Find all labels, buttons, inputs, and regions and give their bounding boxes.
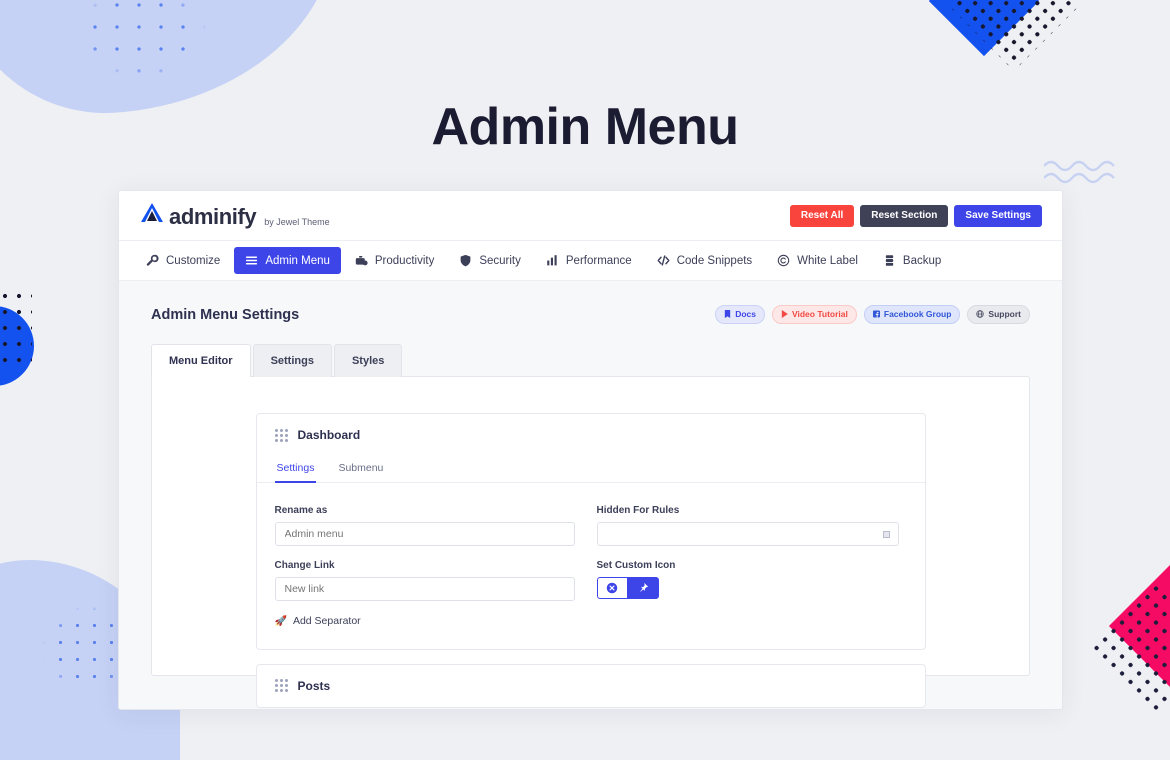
support-link[interactable]: Support bbox=[967, 305, 1030, 325]
page-title: Admin Menu bbox=[431, 98, 739, 156]
help-chip-label: Facebook Group bbox=[883, 309, 952, 319]
copyright-icon bbox=[777, 254, 790, 267]
nav-item-code-snippets[interactable]: Code Snippets bbox=[646, 247, 763, 274]
reset-all-button[interactable]: Reset All bbox=[789, 204, 855, 227]
nav-label: Performance bbox=[565, 254, 632, 267]
set-custom-icon-label: Set Custom Icon bbox=[596, 560, 676, 572]
fields-right-column: Hidden For Rules Set Custom Icon bbox=[596, 505, 907, 629]
decor-waves-right bbox=[1043, 158, 1122, 186]
book-icon bbox=[724, 309, 731, 320]
help-chip-label: Docs bbox=[735, 309, 756, 319]
header-actions: Reset All Reset Section Save Settings bbox=[789, 204, 1042, 227]
menu-card-fields: Rename as Change Link 🚀 Add Separator Hi… bbox=[257, 483, 925, 649]
help-chip-label: Support bbox=[988, 309, 1021, 319]
pin-icon bbox=[637, 582, 649, 594]
hidden-for-rules-select[interactable] bbox=[596, 522, 899, 547]
drag-handle-icon[interactable] bbox=[274, 679, 288, 693]
menu-card-header: Dashboard bbox=[257, 414, 925, 456]
tab-menu-editor[interactable]: Menu Editor bbox=[151, 344, 251, 378]
globe-icon bbox=[976, 309, 985, 320]
nav-item-backup[interactable]: Backup bbox=[872, 247, 952, 274]
tab-strip: Menu Editor Settings Styles bbox=[151, 344, 1030, 378]
decor-dots-bottom-right bbox=[1088, 580, 1170, 716]
menu-item-card-dashboard: Dashboard Settings Submenu Rename as Cha… bbox=[255, 413, 926, 650]
menu-item-card-posts[interactable]: Posts bbox=[255, 663, 926, 708]
chevron-down-icon bbox=[882, 530, 890, 538]
decor-circle-left bbox=[0, 306, 34, 386]
facebook-icon bbox=[872, 310, 880, 320]
customize-icon bbox=[146, 254, 159, 267]
docs-link[interactable]: Docs bbox=[715, 305, 765, 325]
add-separator-label: Add Separator bbox=[292, 615, 361, 628]
chart-bar-icon bbox=[546, 254, 559, 267]
help-chip-label: Video Tutorial bbox=[791, 309, 848, 319]
video-tutorial-link[interactable]: Video Tutorial bbox=[771, 305, 857, 325]
change-link-label: Change Link bbox=[274, 560, 335, 572]
reset-section-button[interactable]: Reset Section bbox=[860, 204, 949, 227]
menu-card-subtabs: Settings Submenu bbox=[256, 456, 925, 484]
nav-item-performance[interactable]: Performance bbox=[535, 247, 643, 274]
content-header: Admin Menu Settings Docs Video Tutorial bbox=[151, 305, 1030, 325]
subtab-submenu[interactable]: Submenu bbox=[336, 456, 385, 483]
nav-label: Admin Menu bbox=[265, 254, 330, 267]
rename-as-input[interactable] bbox=[274, 522, 575, 547]
main-nav: Customize Admin Menu Productivity Securi… bbox=[119, 241, 1062, 281]
nav-item-security[interactable]: Security bbox=[448, 247, 532, 274]
pin-icon-button[interactable] bbox=[627, 577, 659, 600]
decor-diamond-bottom-right bbox=[1108, 560, 1170, 692]
app-body: Admin Menu Settings Docs Video Tutorial bbox=[119, 281, 1062, 709]
hamburger-menu-icon bbox=[245, 254, 258, 267]
menu-card-title: Dashboard bbox=[297, 428, 361, 443]
nav-label: Backup bbox=[902, 254, 942, 267]
page-section-title: Admin Menu Settings bbox=[151, 306, 300, 323]
nav-item-admin-menu[interactable]: Admin Menu bbox=[234, 247, 341, 274]
nav-label: Customize bbox=[166, 254, 221, 267]
brand-bar: adminify by Jewel Theme Reset All Reset … bbox=[119, 191, 1062, 241]
tab-styles[interactable]: Styles bbox=[333, 344, 403, 378]
decor-dots-top-left bbox=[62, 0, 222, 104]
app-window: adminify by Jewel Theme Reset All Reset … bbox=[118, 190, 1063, 710]
nav-label: Code Snippets bbox=[676, 254, 753, 267]
shield-icon bbox=[459, 254, 472, 267]
brand-logo[interactable]: adminify by Jewel Theme bbox=[139, 201, 330, 230]
menu-card-title: Posts bbox=[297, 678, 331, 693]
hidden-for-rules-label: Hidden For Rules bbox=[596, 505, 680, 517]
save-settings-button[interactable]: Save Settings bbox=[954, 204, 1042, 227]
help-links: Docs Video Tutorial Facebook Group Suppo… bbox=[715, 305, 1030, 325]
custom-icon-buttons bbox=[596, 577, 907, 600]
brand-name: adminify bbox=[169, 204, 257, 229]
tab-panel-menu-editor: Dashboard Settings Submenu Rename as Cha… bbox=[151, 376, 1030, 708]
code-brackets-icon bbox=[657, 254, 670, 267]
menu-card-header: Posts bbox=[257, 665, 925, 707]
subtab-settings[interactable]: Settings bbox=[274, 456, 317, 484]
remove-icon-button[interactable] bbox=[596, 577, 628, 600]
nav-label: Security bbox=[479, 254, 521, 267]
drag-handle-icon[interactable] bbox=[274, 428, 288, 442]
add-separator-button[interactable]: 🚀 Add Separator bbox=[275, 615, 361, 627]
decor-diamond-top-right bbox=[928, 0, 1040, 57]
nav-item-productivity[interactable]: Productivity bbox=[344, 247, 445, 274]
play-icon bbox=[781, 309, 788, 320]
circle-x-icon bbox=[606, 582, 618, 594]
nav-label: White Label bbox=[797, 254, 858, 267]
database-icon bbox=[883, 254, 896, 267]
nav-item-white-label[interactable]: White Label bbox=[766, 247, 869, 274]
decor-dots-left bbox=[0, 288, 32, 370]
adminify-logo-icon bbox=[139, 201, 165, 230]
facebook-group-link[interactable]: Facebook Group bbox=[863, 305, 961, 325]
nav-label: Productivity bbox=[374, 254, 435, 267]
fields-left-column: Rename as Change Link 🚀 Add Separator bbox=[274, 505, 585, 629]
rename-as-label: Rename as bbox=[274, 505, 328, 517]
change-link-input[interactable] bbox=[274, 577, 575, 602]
brand-byline: by Jewel Theme bbox=[264, 217, 330, 227]
productivity-icon bbox=[355, 254, 368, 267]
nav-item-customize[interactable]: Customize bbox=[135, 247, 231, 274]
decor-dots-top-right bbox=[948, 0, 1080, 72]
rocket-icon: 🚀 bbox=[274, 615, 287, 627]
tab-settings[interactable]: Settings bbox=[252, 344, 332, 378]
